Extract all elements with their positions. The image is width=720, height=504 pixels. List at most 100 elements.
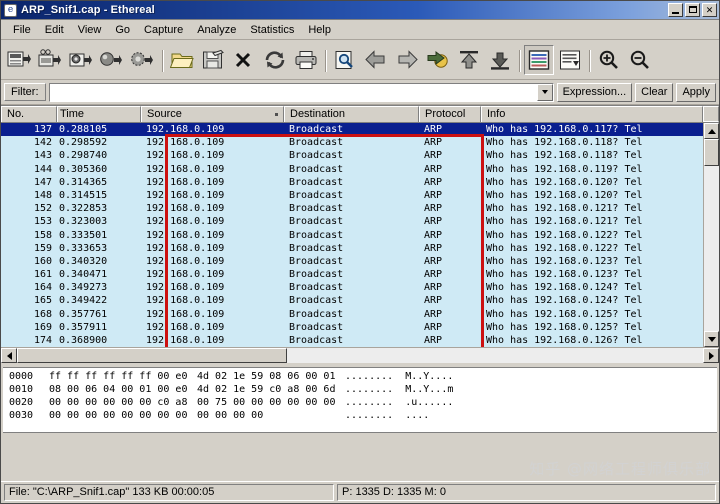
menu-item-file[interactable]: File <box>6 22 38 38</box>
cell-info: Who has 192.168.0.120? Tel <box>486 176 643 188</box>
column-header-protocol[interactable]: Protocol <box>419 106 481 122</box>
cell-source: 192.168.0.109 <box>146 124 225 135</box>
menu-item-view[interactable]: View <box>71 22 109 38</box>
packet-list-horizontal-scrollbar[interactable] <box>1 347 719 363</box>
filter-label[interactable]: Filter: <box>4 83 46 101</box>
table-row[interactable]: 169 0.357911 192.168.0.109 Broadcast ARP Who … <box>1 320 703 334</box>
table-row[interactable]: 164 0.349273 192.168.0.109 Broadcast ARP Who … <box>1 281 703 295</box>
cell-protocol: ARP <box>424 242 443 254</box>
hscroll-thumb[interactable] <box>17 348 287 363</box>
cell-time: 0.298592 <box>59 137 108 149</box>
table-row[interactable]: 152 0.322853 192.168.0.109 Broadcast ARP Who … <box>1 202 703 216</box>
table-row[interactable]: 159 0.333653 192.168.0.109 Broadcast ARP Who … <box>1 241 703 255</box>
expression-button[interactable]: Expression... <box>556 82 633 102</box>
column-header-info[interactable]: Info <box>481 106 703 122</box>
list-interfaces-icon[interactable] <box>4 45 34 75</box>
cell-time: 0.322853 <box>59 203 108 215</box>
hex-bytes-left: 08 00 06 04 00 01 00 e0 <box>49 384 188 395</box>
colorize-icon[interactable] <box>524 44 554 75</box>
table-row[interactable]: 148 0.314515 192.168.0.109 Broadcast ARP Who … <box>1 188 703 203</box>
menu-item-edit[interactable]: Edit <box>38 22 71 38</box>
scroll-down-button[interactable] <box>704 331 719 347</box>
table-row[interactable]: 142 0.298592 192.168.0.109 Broadcast ARP Who … <box>1 136 703 150</box>
cell-destination: Broadcast <box>289 137 344 149</box>
status-file-info: File: "C:\ARP_Snif1.cap" 133 KB 00:00:05 <box>4 484 334 501</box>
cell-no: 152 <box>33 203 52 215</box>
capture-options-icon[interactable] <box>35 45 65 75</box>
packet-list-header: No. Time Source Destination Protocol Inf… <box>1 106 719 123</box>
open-file-icon[interactable] <box>167 45 197 75</box>
filter-dropdown-button[interactable] <box>536 83 553 101</box>
zoom-out-icon[interactable] <box>625 45 655 75</box>
cell-destination: Broadcast <box>289 321 344 333</box>
go-to-last-icon[interactable] <box>485 45 515 75</box>
clear-filter-button[interactable]: Clear <box>635 82 674 102</box>
table-row[interactable]: 160 0.340320 192.168.0.109 Broadcast ARP Who … <box>1 254 703 269</box>
packet-rows-area: 137 0.288105 192.168.0.109 Broadcast ARP Who … <box>1 123 719 347</box>
column-header-destination[interactable]: Destination <box>284 106 419 122</box>
scroll-up-button[interactable] <box>704 123 719 139</box>
cell-time: 0.340320 <box>59 255 108 267</box>
reload-file-icon[interactable] <box>260 45 290 75</box>
filter-input[interactable] <box>49 83 537 101</box>
cell-info: Who has 192.168.0.117? Tel <box>486 124 643 135</box>
cell-info: Who has 192.168.0.124? Tel <box>486 282 643 294</box>
go-to-first-icon[interactable] <box>454 45 484 75</box>
cell-protocol: ARP <box>424 203 443 215</box>
table-row[interactable]: 165 0.349422 192.168.0.109 Broadcast ARP Who … <box>1 294 703 308</box>
table-row[interactable]: 168 0.357761 192.168.0.109 Broadcast ARP Who … <box>1 307 703 321</box>
table-row[interactable]: 137 0.288105 192.168.0.109 Broadcast ARP Who … <box>1 123 703 137</box>
zoom-in-icon[interactable] <box>594 45 624 75</box>
packet-list-vertical-scrollbar[interactable] <box>703 123 719 347</box>
cell-info: Who has 192.168.0.118? Tel <box>486 150 643 162</box>
table-row[interactable]: 158 0.333501 192.168.0.109 Broadcast ARP Who … <box>1 228 703 242</box>
print-icon[interactable] <box>291 45 321 75</box>
scroll-thumb[interactable] <box>704 139 719 166</box>
table-row[interactable]: 147 0.314365 192.168.0.109 Broadcast ARP Who … <box>1 175 703 189</box>
save-file-icon[interactable] <box>198 45 228 75</box>
cell-destination: Broadcast <box>289 163 344 175</box>
menu-item-go[interactable]: Go <box>108 22 137 38</box>
go-back-icon[interactable] <box>361 45 391 75</box>
hex-ascii: ........ .... <box>345 410 430 421</box>
find-packet-icon[interactable] <box>330 45 360 75</box>
table-row[interactable]: 161 0.340471 192.168.0.109 Broadcast ARP Who … <box>1 268 703 282</box>
hex-bytes-left: ff ff ff ff ff ff 00 e0 <box>49 371 188 382</box>
column-header-time[interactable]: Time <box>57 106 141 122</box>
stop-capture-icon[interactable] <box>97 45 127 75</box>
table-row[interactable]: 143 0.298740 192.168.0.109 Broadcast ARP Who … <box>1 149 703 163</box>
scroll-left-button[interactable] <box>1 348 17 363</box>
start-capture-icon[interactable] <box>66 45 96 75</box>
table-row[interactable]: 153 0.323003 192.168.0.109 Broadcast ARP Who … <box>1 215 703 229</box>
hscroll-track[interactable] <box>17 348 703 363</box>
table-row[interactable]: 174 0.368900 192.168.0.109 Broadcast ARP Who … <box>1 334 703 347</box>
restart-capture-icon[interactable] <box>128 45 158 75</box>
go-forward-icon[interactable] <box>392 45 422 75</box>
scroll-right-button[interactable] <box>703 348 719 363</box>
filter-input-wrap <box>48 82 554 102</box>
maximize-button[interactable] <box>685 3 700 17</box>
column-header-no[interactable]: No. <box>1 106 57 122</box>
main-toolbar <box>1 40 719 80</box>
cell-source: 192.168.0.109 <box>146 163 225 175</box>
cell-time: 0.357911 <box>59 321 108 333</box>
minimize-button[interactable] <box>668 3 683 17</box>
close-button[interactable]: ✕ <box>702 3 717 17</box>
table-row[interactable]: 144 0.305360 192.168.0.109 Broadcast ARP Who … <box>1 162 703 176</box>
toolbar-separator-1 <box>159 48 166 72</box>
cell-destination: Broadcast <box>289 150 344 162</box>
menu-item-statistics[interactable]: Statistics <box>243 22 301 38</box>
go-to-packet-icon[interactable] <box>423 45 453 75</box>
menu-item-help[interactable]: Help <box>301 22 338 38</box>
auto-scroll-icon[interactable] <box>555 45 585 75</box>
toolbar-separator-4 <box>586 48 593 72</box>
menu-item-analyze[interactable]: Analyze <box>190 22 243 38</box>
column-header-source[interactable]: Source <box>141 106 284 122</box>
scroll-track[interactable] <box>704 139 719 331</box>
menu-item-capture[interactable]: Capture <box>137 22 190 38</box>
hex-dump-pane[interactable]: 0000 ff ff ff ff ff ff 00 e0 4d 02 1e 59 0… <box>3 367 717 433</box>
apply-filter-button[interactable]: Apply <box>676 82 716 102</box>
close-file-icon[interactable] <box>229 45 259 75</box>
title-bar: e ARP_Snif1.cap - Ethereal ✕ <box>1 1 719 20</box>
cell-destination: Broadcast <box>289 295 344 307</box>
